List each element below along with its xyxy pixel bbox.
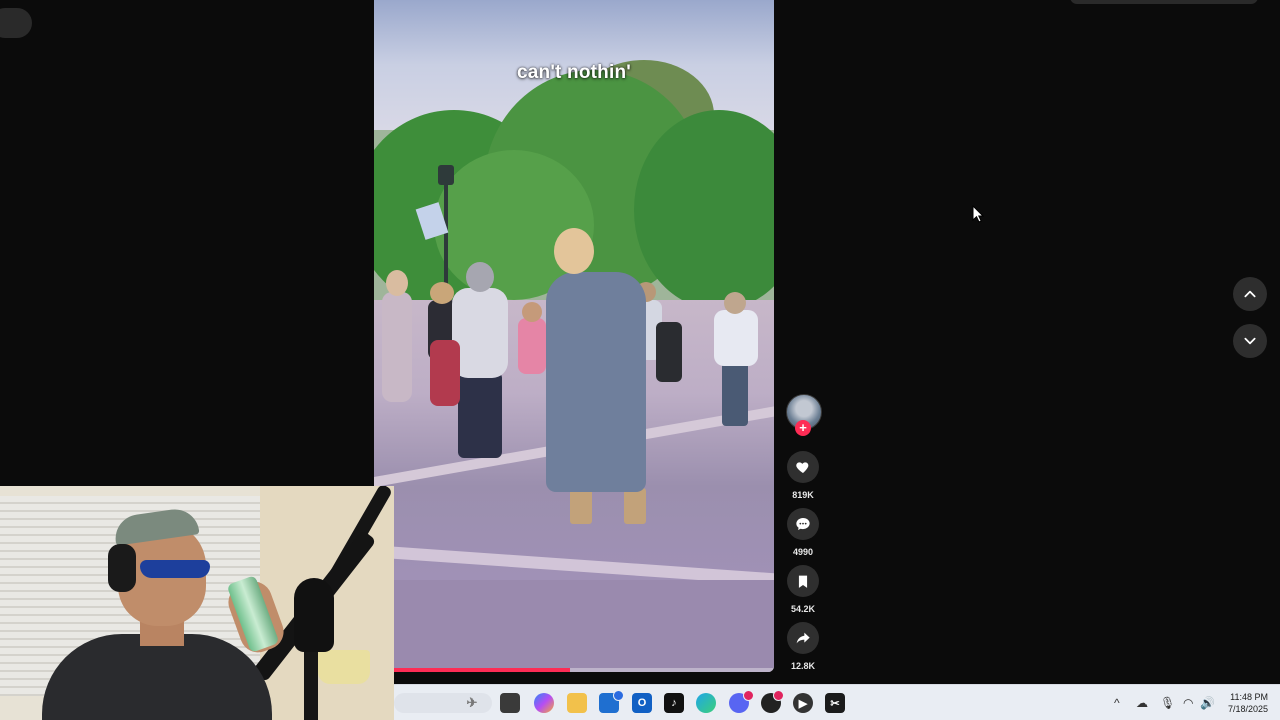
back-pill[interactable] [0, 8, 32, 38]
windows-taskbar: ✈ O ♪ ▶ ✂ ^ ☁ 🎙 ◠ 🔊 11:48 PM 7/18/2025 [394, 684, 1280, 720]
like-button[interactable] [787, 451, 819, 483]
system-clock[interactable]: 11:48 PM 7/18/2025 [1228, 691, 1268, 715]
tray-overflow-icon[interactable]: ^ [1114, 696, 1120, 710]
task-view-icon[interactable] [500, 693, 520, 713]
video-person-head [724, 292, 746, 314]
video-person-head [522, 302, 542, 322]
video-person-head [466, 262, 494, 292]
screen: can't nothin' + 819K 4990 54.2K 12.8K ✈ … [0, 0, 1280, 720]
media-player-icon[interactable]: ▶ [793, 693, 813, 713]
file-explorer-icon[interactable] [567, 693, 587, 713]
video-progress-fill [374, 668, 570, 672]
video-person [452, 288, 508, 378]
video-progress-bar[interactable] [374, 668, 774, 672]
tiktok-icon[interactable]: ♪ [664, 693, 684, 713]
video-sidewalk [374, 580, 774, 672]
video-person [656, 322, 682, 382]
video-person [382, 292, 412, 402]
microphone [294, 578, 334, 652]
headphones [108, 544, 136, 592]
video-person-head [386, 270, 408, 296]
video-person-legs [458, 372, 502, 458]
video-main-person [546, 272, 646, 492]
video-main-person-head [554, 228, 594, 274]
bookmark-icon [798, 575, 808, 588]
mic-stand [304, 646, 318, 720]
webcam-overlay [0, 486, 394, 720]
clock-time: 11:48 PM [1230, 692, 1268, 702]
sunglasses [140, 560, 210, 578]
lamp-shade [318, 650, 370, 684]
capcut-icon[interactable]: ✂ [825, 693, 845, 713]
copilot-icon[interactable] [534, 693, 554, 713]
clock-date: 7/18/2025 [1227, 704, 1268, 714]
plane-icon[interactable]: ✈ [462, 693, 482, 713]
video-lamp [438, 165, 454, 185]
wifi-icon[interactable]: ◠ [1183, 696, 1193, 710]
video-person-head [430, 282, 454, 304]
save-count: 54.2K [790, 604, 816, 614]
share-icon [796, 632, 810, 644]
video-caption: can't nothin' [516, 62, 631, 83]
edge-icon[interactable] [696, 693, 716, 713]
outlook-icon[interactable]: O [632, 693, 652, 713]
video-person-jacket [430, 340, 460, 406]
store-badge [613, 690, 624, 701]
discord-badge [743, 690, 754, 701]
video-person-legs [722, 360, 748, 426]
share-button[interactable] [787, 622, 819, 654]
video-lamp-pole [444, 185, 448, 285]
obs-badge [773, 690, 784, 701]
mouse-cursor-icon [972, 205, 984, 223]
save-button[interactable] [787, 565, 819, 597]
video-main-person-boot [624, 488, 646, 524]
volume-icon[interactable]: 🔊 [1200, 696, 1215, 710]
microphone-tray-icon[interactable]: 🎙 [1160, 696, 1175, 710]
video-person [714, 310, 758, 366]
follow-button[interactable]: + [795, 420, 811, 436]
next-video-button[interactable] [1233, 324, 1267, 358]
comment-button[interactable] [787, 508, 819, 540]
comment-count: 4990 [792, 547, 814, 557]
video-player[interactable]: can't nothin' [374, 0, 774, 672]
share-count: 12.8K [790, 661, 816, 671]
cloud-icon[interactable]: ☁ [1136, 696, 1148, 710]
like-count: 819K [792, 490, 814, 500]
comment-icon [796, 518, 810, 530]
video-main-person-boot [570, 488, 592, 524]
previous-video-button[interactable] [1233, 277, 1267, 311]
heart-icon [796, 462, 809, 473]
top-search-bar[interactable] [1070, 0, 1258, 4]
video-person [518, 318, 546, 374]
chevron-up-icon [1244, 290, 1256, 298]
chevron-down-icon [1244, 337, 1256, 345]
